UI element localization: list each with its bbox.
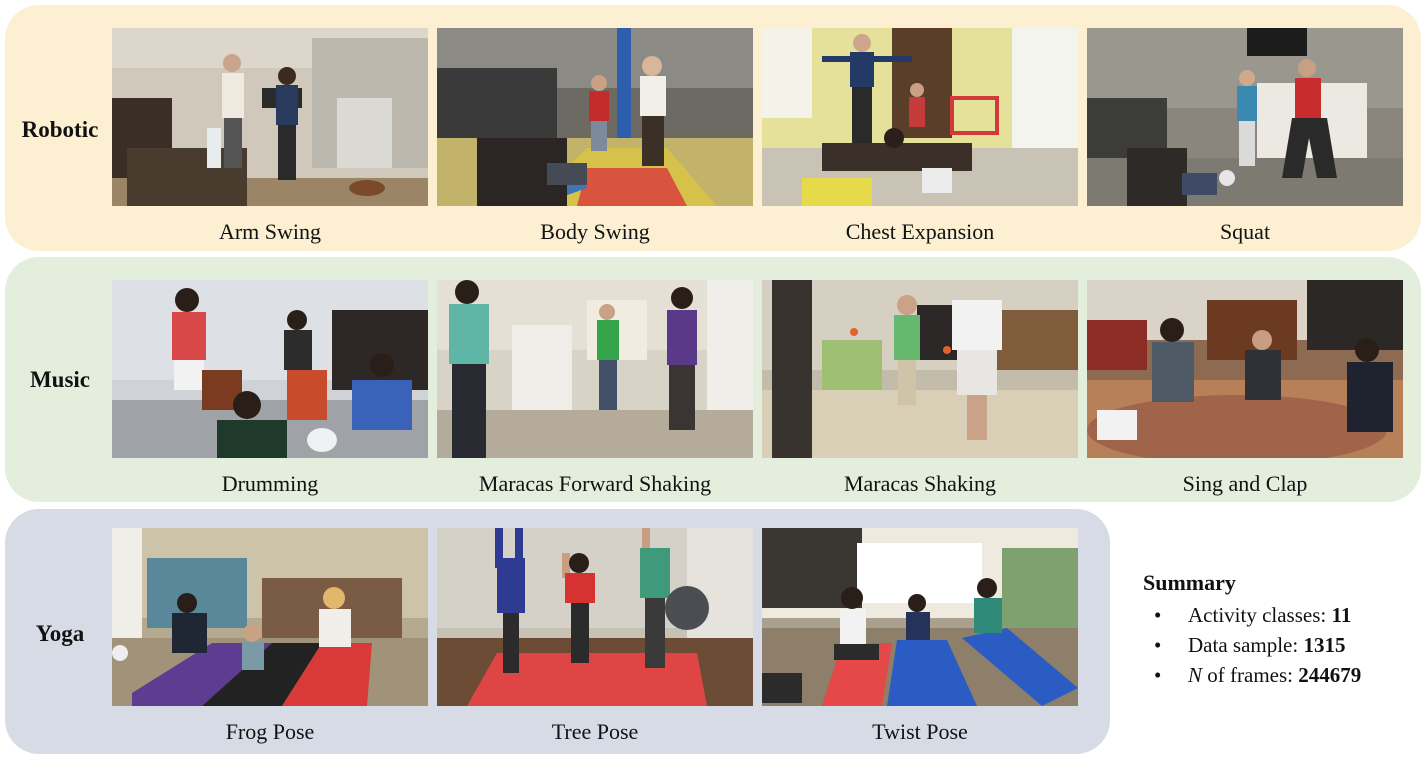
caption-tree-pose: Tree Pose <box>551 719 639 744</box>
summary-label: Activity classes: <box>1188 603 1327 627</box>
body-swing-photo <box>437 28 753 206</box>
robotic-group: Robotic Arm Swing Body Swing Chest Expan… <box>5 5 1421 251</box>
twist-pose-photo <box>762 528 1078 706</box>
caption-squat: Squat <box>1219 219 1271 244</box>
activity-sing-and-clap[interactable]: Sing and Clap <box>1087 280 1403 497</box>
maracas-shaking-photo <box>762 280 1078 458</box>
activity-chest-expansion[interactable]: Chest Expansion <box>762 28 1078 245</box>
group-label-music: Music <box>29 367 91 392</box>
sing-and-clap-photo <box>1087 280 1403 458</box>
activity-maracas-shaking[interactable]: Maracas Shaking <box>762 280 1078 497</box>
caption-frog-pose: Frog Pose <box>225 719 315 744</box>
summary-label-italic: N <box>1188 663 1203 687</box>
caption-twist-pose: Twist Pose <box>872 719 968 744</box>
caption-maracas-forward-shaking: Maracas Forward Shaking <box>478 471 712 496</box>
summary-value: 244679 <box>1298 663 1362 687</box>
summary-item-activity-classes: Activity classes: 11 <box>1143 600 1418 630</box>
summary-item-frames: N of frames: 244679 <box>1143 660 1418 690</box>
summary-title: Summary <box>1143 570 1236 595</box>
group-label-yoga: Yoga <box>35 621 85 646</box>
summary-item-data-sample: Data sample: 1315 <box>1143 630 1418 660</box>
group-label-robotic: Robotic <box>21 117 99 142</box>
summary-panel: Summary Activity classes: 11 Data sample… <box>1143 570 1418 690</box>
squat-photo <box>1087 28 1403 206</box>
summary-label: of frames: <box>1202 663 1293 687</box>
summary-label: Data sample: <box>1188 633 1299 657</box>
chest-expansion-photo <box>762 28 1078 206</box>
activity-tree-pose[interactable]: Tree Pose <box>437 528 753 745</box>
music-group: Music Drumming Maracas Forward Shaking M… <box>5 257 1421 502</box>
summary-list: Activity classes: 11 Data sample: 1315 N… <box>1143 600 1418 690</box>
tree-pose-photo <box>437 528 753 706</box>
activity-body-swing[interactable]: Body Swing <box>437 28 753 245</box>
caption-drumming: Drumming <box>221 471 319 496</box>
arm-swing-photo <box>112 28 428 206</box>
activity-squat[interactable]: Squat <box>1087 28 1403 245</box>
activity-frog-pose[interactable]: Frog Pose <box>112 528 428 745</box>
caption-chest-expansion: Chest Expansion <box>845 219 995 244</box>
activity-drumming[interactable]: Drumming <box>112 280 428 497</box>
summary-value: 11 <box>1331 603 1352 627</box>
caption-sing-and-clap: Sing and Clap <box>1182 471 1308 496</box>
yoga-group: Yoga Frog Pose Tree Pose Twist Pose <box>5 509 1110 754</box>
caption-maracas-shaking: Maracas Shaking <box>843 471 997 496</box>
activity-maracas-forward-shaking[interactable]: Maracas Forward Shaking <box>437 280 753 497</box>
drumming-photo <box>112 280 428 458</box>
activity-arm-swing[interactable]: Arm Swing <box>112 28 428 245</box>
activity-twist-pose[interactable]: Twist Pose <box>762 528 1078 745</box>
frog-pose-photo <box>112 528 428 706</box>
caption-arm-swing: Arm Swing <box>218 219 322 244</box>
summary-value: 1315 <box>1303 633 1346 657</box>
caption-body-swing: Body Swing <box>540 219 650 244</box>
maracas-forward-shaking-photo <box>437 280 753 458</box>
